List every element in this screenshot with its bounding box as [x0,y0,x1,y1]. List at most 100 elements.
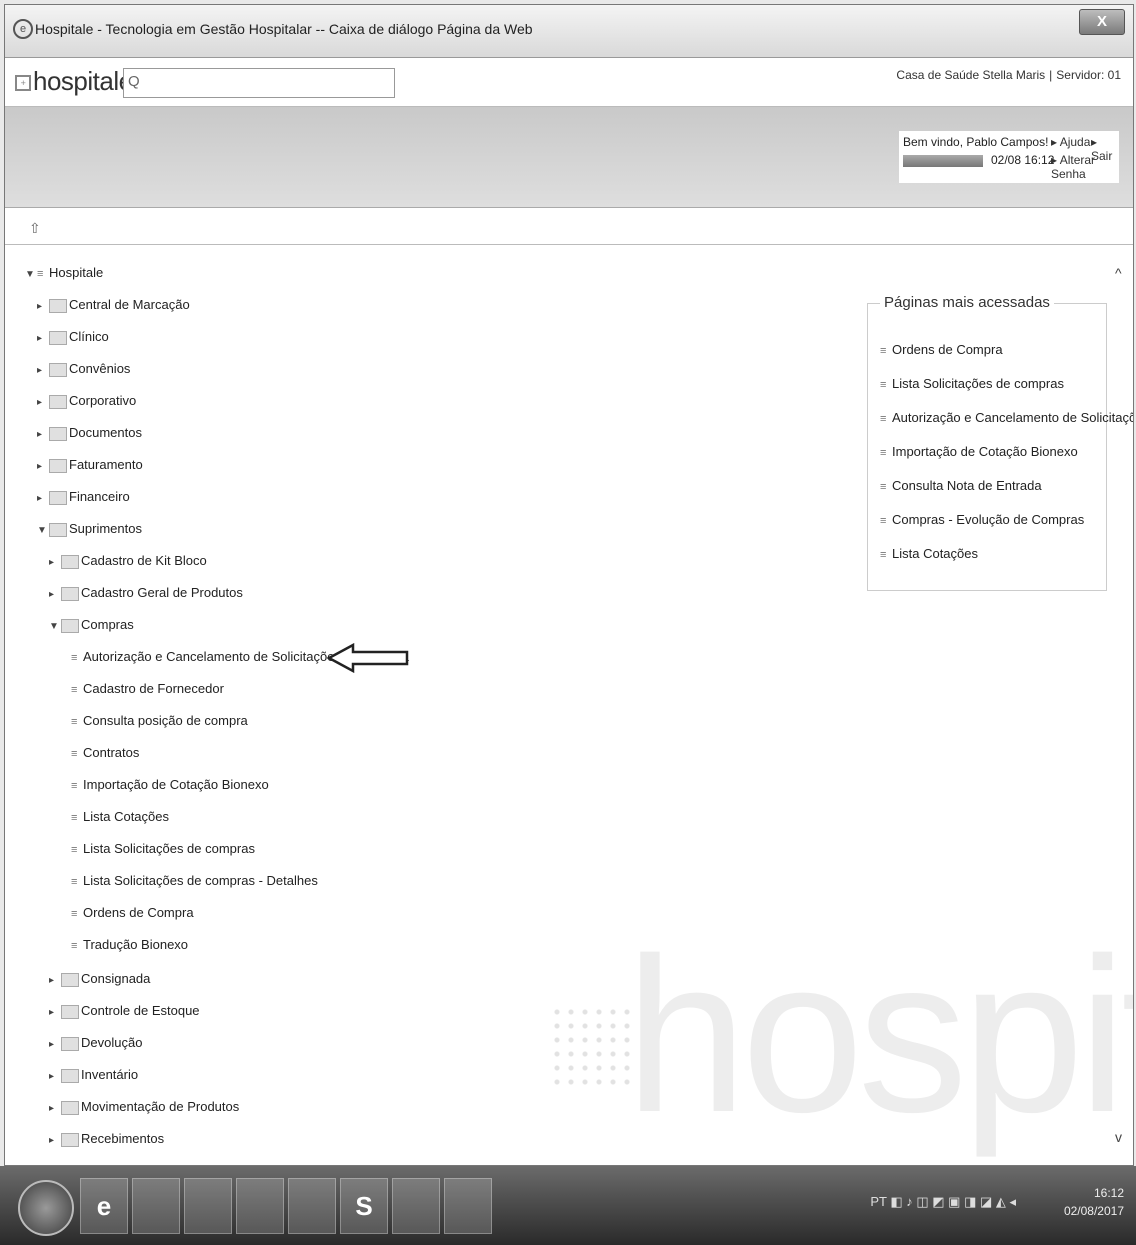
collapsed-arrow-icon: ▸ [37,461,43,472]
most-visited-link[interactable]: ≡ Lista Cotações [880,546,978,561]
help-link[interactable]: ▸ Ajuda [1051,135,1090,149]
collapsed-arrow-icon: ▸ [49,557,55,568]
tree-folder[interactable]: ▸ Clínico [37,327,109,347]
folder-icon [61,1132,79,1147]
tree-folder-label: Clínico [69,329,109,344]
tree-folder[interactable]: ▸ Inventário [49,1065,138,1085]
most-visited-link[interactable]: ≡ Compras - Evolução de Compras [880,512,1084,527]
most-visited-link[interactable]: ≡ Autorização e Cancelamento de Solicitaç… [880,410,1133,425]
menu-tree: ▼ ≡ Hospitale ▸ Central de Marcação ▸ Clínic… [5,245,705,1165]
tree-folder[interactable]: ▸ Financeiro [37,487,130,507]
session-bar [903,155,983,167]
clock-date: 02/08/2017 [1063,1204,1124,1218]
folder-icon [49,298,67,313]
tree-page-label: Lista Solicitações de compras [83,841,255,856]
search-input[interactable] [146,71,390,95]
window-title: Hospitale - Tecnologia em Gestão Hospita… [35,21,533,37]
tree-folder[interactable]: ▸ Documentos [37,423,142,443]
tree-root-label: Hospitale [49,265,104,280]
hospitale-logo[interactable]: + hospitale [15,66,133,97]
page-icon: ≡ [880,413,887,425]
upload-icon[interactable]: ⇧ [29,220,41,237]
tree-page[interactable]: ≡ Contratos [71,743,139,763]
folder-icon [61,972,79,987]
tree-page[interactable]: ≡ Tradução Bionexo [71,935,188,955]
page-icon: ≡ [71,875,78,888]
title-bar: e Hospitale - Tecnologia em Gestão Hospi… [5,5,1133,58]
tree-folder-label: Cadastro de Kit Bloco [81,553,207,568]
tree-folder-label: Central de Marcação [69,297,190,312]
tree-folder[interactable]: ▸ Controle de Estoque [49,1001,200,1021]
tree-folder[interactable]: ▸ Consignada [49,969,150,989]
collapsed-arrow-icon: ▸ [37,365,43,376]
tree-folder[interactable]: ▸ Movimentação de Produtos [49,1097,239,1117]
most-visited-link[interactable]: ≡ Importação de Cotação Bionexo [880,444,1078,459]
taskbar-chrome-button[interactable] [288,1178,336,1234]
taskbar-word-button[interactable] [444,1178,492,1234]
expanded-arrow-icon: ▼ [37,525,47,536]
vertical-scrollbar[interactable]: ^ v [1115,265,1131,1145]
toolbar: ⇧ [5,208,1133,245]
tree-folder-label: Consignada [81,971,151,986]
tree-page[interactable]: ≡ Cadastro de Fornecedor [71,679,224,699]
tree-folder[interactable]: ▸ Corporativo [37,391,136,411]
tree-folder-label: Convênios [69,361,131,376]
collapsed-arrow-icon: ▸ [49,1007,55,1018]
tree-folder-label: Corporativo [69,393,137,408]
change-password-link[interactable]: ▸ Alterar Senha [1051,153,1119,181]
tree-page[interactable]: ≡ Consulta posição de compra [71,711,248,731]
tree-page-label: Lista Cotações [83,809,169,824]
start-button[interactable] [18,1180,74,1236]
page-icon: ≡ [37,267,44,280]
tree-folder-label: Controle de Estoque [81,1003,200,1018]
taskbar-app-button[interactable] [236,1178,284,1234]
tree-folder-suprimentos[interactable]: ▼ Suprimentos [37,519,142,539]
search-box[interactable]: Q [123,68,395,98]
logo-grid-icon: + [15,75,31,92]
tree-folder[interactable]: ▸ Central de Marcação [37,295,190,315]
taskbar-clock[interactable]: 16:12 02/08/2017 [1064,1184,1124,1220]
logo-text: hospitale [33,66,133,96]
change-password-label: Alterar Senha [1051,153,1096,181]
tree-page-label: Tradução Bionexo [83,937,189,952]
tree-folder-label: Cadastro Geral de Produtos [81,585,243,600]
page-icon: ≡ [71,715,78,728]
tree-folder[interactable]: ▸ Devolução [49,1033,142,1053]
welcome-text: Bem vindo, Pablo Campos! [903,135,1049,149]
taskbar-outlook-button[interactable] [392,1178,440,1234]
tree-page[interactable]: ≡ Lista Cotações [71,807,169,827]
language-indicator[interactable]: PT [870,1194,886,1209]
taskbar-media-button[interactable] [184,1178,232,1234]
folder-icon [49,362,67,377]
most-visited-link[interactable]: ≡ Consulta Nota de Entrada [880,478,1042,493]
tree-folder[interactable]: ▸ Cadastro de Kit Bloco [49,551,207,571]
tree-folder[interactable]: ▸ Cadastro Geral de Produtos [49,583,243,603]
internet-explorer-icon: e [13,19,33,39]
tree-page[interactable]: ≡ Lista Solicitações de compras - Detalhe… [71,871,318,891]
most-visited-label: Lista Cotações [892,546,978,561]
close-button[interactable]: X [1079,9,1125,35]
taskbar-skype-button[interactable]: S [340,1178,388,1234]
taskbar-explorer-button[interactable] [132,1178,180,1234]
company-info: Casa de Saúde Stella Maris | Servidor: 01 [896,68,1121,82]
most-visited-link[interactable]: ≡ Lista Solicitações de compras [880,376,1064,391]
collapsed-arrow-icon: ▸ [37,333,43,344]
page-icon: ≡ [71,779,78,792]
clock-time: 16:12 [1093,1186,1124,1200]
folder-icon [49,458,67,473]
tree-root[interactable]: ▼ ≡ Hospitale [25,263,103,283]
taskbar-ie-button[interactable]: e [80,1178,128,1234]
page-icon: ≡ [71,843,78,856]
tree-page[interactable]: ≡ Lista Solicitações de compras [71,839,255,859]
tree-folder[interactable]: ▸ Convênios [37,359,130,379]
most-visited-link[interactable]: ≡ Ordens de Compra [880,342,1003,357]
tree-folder[interactable]: ▸ Faturamento [37,455,143,475]
tree-page[interactable]: ≡ Importação de Cotação Bionexo [71,775,269,795]
scroll-down-icon[interactable]: v [1115,1129,1122,1145]
tree-folder-label: Devolução [81,1035,143,1050]
tree-page[interactable]: ≡ Ordens de Compra [71,903,194,923]
system-tray[interactable]: PT ◧ ♪ ◫ ◩ ▣ ◨ ◪ ◭ ◂ [870,1194,1016,1210]
tree-folder[interactable]: ▸ Recebimentos [49,1129,164,1149]
scroll-up-icon[interactable]: ^ [1115,265,1122,281]
tree-folder-compras[interactable]: ▼ Compras [49,615,134,635]
